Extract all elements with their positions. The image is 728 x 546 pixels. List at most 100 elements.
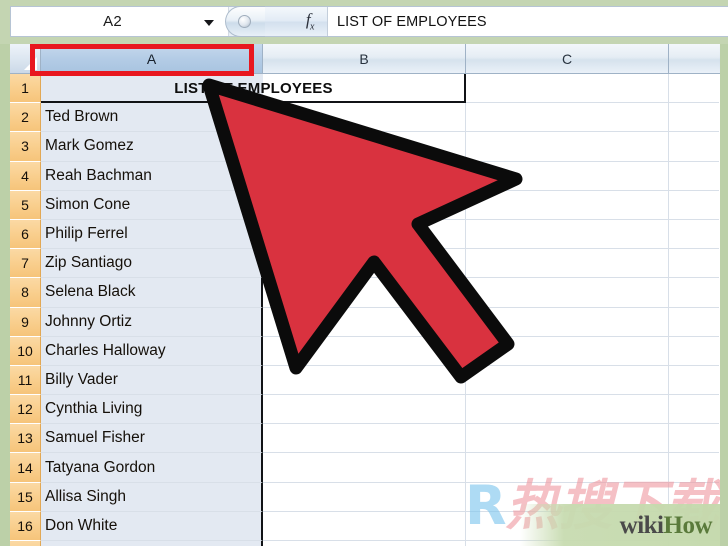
cell-c15[interactable] [466, 482, 669, 512]
cell-c14[interactable] [466, 453, 669, 483]
cell-c5[interactable] [466, 190, 669, 220]
cell-a15[interactable]: Allisa Singh [41, 482, 263, 512]
cell-d11[interactable] [669, 365, 719, 396]
column-header-c[interactable]: C [466, 44, 669, 73]
cell-c11[interactable] [466, 365, 669, 396]
row-header[interactable]: 1 [10, 74, 41, 104]
cell-b14[interactable] [263, 453, 466, 483]
formula-input[interactable]: LIST OF EMPLOYEES [328, 7, 728, 36]
cell-c4[interactable] [466, 161, 669, 191]
column-header-a[interactable]: A [41, 44, 263, 73]
row-header[interactable]: 9 [10, 307, 41, 337]
cell-a7[interactable]: Zip Santiago [41, 249, 263, 279]
cell-c8[interactable] [466, 278, 669, 308]
cell-b11[interactable] [263, 365, 466, 396]
cell-d13[interactable] [669, 424, 719, 454]
cell-a13[interactable]: Samuel Fisher [41, 424, 263, 454]
grid-row [10, 541, 720, 546]
cell-a16[interactable]: Don White [41, 511, 263, 541]
cell-a4[interactable]: Reah Bachman [41, 161, 263, 191]
row-header[interactable]: 7 [10, 249, 41, 279]
cell-c9[interactable] [466, 307, 669, 337]
formula-bar-knob-icon [238, 15, 251, 28]
cell-b16[interactable] [263, 511, 466, 541]
cell-c1[interactable] [466, 74, 669, 104]
cell-c7[interactable] [466, 249, 669, 279]
cell-d16[interactable] [669, 511, 719, 541]
cell-a[interactable] [41, 541, 263, 546]
cell-b3[interactable] [263, 132, 466, 162]
column-header-d[interactable] [669, 44, 719, 73]
cell-a9[interactable]: Johnny Ortiz [41, 307, 263, 337]
select-all-button[interactable] [10, 44, 41, 73]
chevron-down-icon[interactable] [204, 19, 214, 26]
cell-c6[interactable] [466, 219, 669, 250]
row-header[interactable]: 14 [10, 453, 41, 483]
cell-d15[interactable] [669, 482, 719, 512]
cell-c12[interactable] [466, 395, 669, 425]
row-header[interactable]: 13 [10, 424, 41, 454]
grid-row: 8 Selena Black [10, 278, 720, 308]
cell-d5[interactable] [669, 190, 719, 220]
column-header-row: A B C [10, 44, 720, 74]
cell-a2[interactable]: Ted Brown [41, 103, 263, 133]
column-header-b[interactable]: B [263, 44, 466, 73]
cell-b15[interactable] [263, 482, 466, 512]
cell-a6[interactable]: Philip Ferrel [41, 219, 263, 250]
row-header[interactable]: 5 [10, 190, 41, 220]
cell-b9[interactable] [263, 307, 466, 337]
cell-a12[interactable]: Cynthia Living [41, 395, 263, 425]
cell-b8[interactable] [263, 278, 466, 308]
row-header[interactable]: 2 [10, 103, 41, 133]
cell-b[interactable] [263, 541, 466, 546]
row-header[interactable]: 6 [10, 219, 41, 250]
row-header[interactable]: 4 [10, 161, 41, 191]
cell-a14[interactable]: Tatyana Gordon [41, 453, 263, 483]
cell-c13[interactable] [466, 424, 669, 454]
grid-row: 9 Johnny Ortiz [10, 307, 720, 337]
name-box[interactable]: A2 [11, 7, 229, 36]
cell-d[interactable] [669, 541, 719, 546]
cell-c2[interactable] [466, 103, 669, 133]
row-header[interactable]: 11 [10, 365, 41, 396]
row-header[interactable]: 16 [10, 511, 41, 541]
cell-a8[interactable]: Selena Black [41, 278, 263, 308]
cell-c16[interactable] [466, 511, 669, 541]
cell-c10[interactable] [466, 336, 669, 366]
cell-c3[interactable] [466, 132, 669, 162]
row-header[interactable]: 10 [10, 336, 41, 366]
cell-a1[interactable] [41, 74, 263, 104]
cell-d10[interactable] [669, 336, 719, 366]
cell-a3[interactable]: Mark Gomez [41, 132, 263, 162]
row-header[interactable]: 8 [10, 278, 41, 308]
cell-d14[interactable] [669, 453, 719, 483]
cell-d12[interactable] [669, 395, 719, 425]
cell-d4[interactable] [669, 161, 719, 191]
cell-a5[interactable]: Simon Cone [41, 190, 263, 220]
cell-b6[interactable] [263, 219, 466, 250]
cell-b7[interactable] [263, 249, 466, 279]
cell-d6[interactable] [669, 219, 719, 250]
cell-b5[interactable] [263, 190, 466, 220]
cell-b10[interactable] [263, 336, 466, 366]
cell-d1[interactable] [669, 74, 719, 104]
row-header[interactable]: 3 [10, 132, 41, 162]
cell-b1[interactable] [263, 74, 466, 104]
cell-d3[interactable] [669, 132, 719, 162]
cell-b4[interactable] [263, 161, 466, 191]
cell-d9[interactable] [669, 307, 719, 337]
insert-function-button[interactable]: fx [225, 6, 328, 37]
cell-b2[interactable] [263, 103, 466, 133]
cell-d2[interactable] [669, 103, 719, 133]
cell-a10[interactable]: Charles Halloway [41, 336, 263, 366]
cell-a11[interactable]: Billy Vader [41, 365, 263, 396]
row-header[interactable] [10, 541, 41, 546]
cell-d8[interactable] [669, 278, 719, 308]
cell-d7[interactable] [669, 249, 719, 279]
cell-b12[interactable] [263, 395, 466, 425]
cell-b13[interactable] [263, 424, 466, 454]
row-header[interactable]: 12 [10, 395, 41, 425]
grid-row: 14 Tatyana Gordon [10, 453, 720, 483]
row-header[interactable]: 15 [10, 482, 41, 512]
cell-c[interactable] [466, 541, 669, 546]
